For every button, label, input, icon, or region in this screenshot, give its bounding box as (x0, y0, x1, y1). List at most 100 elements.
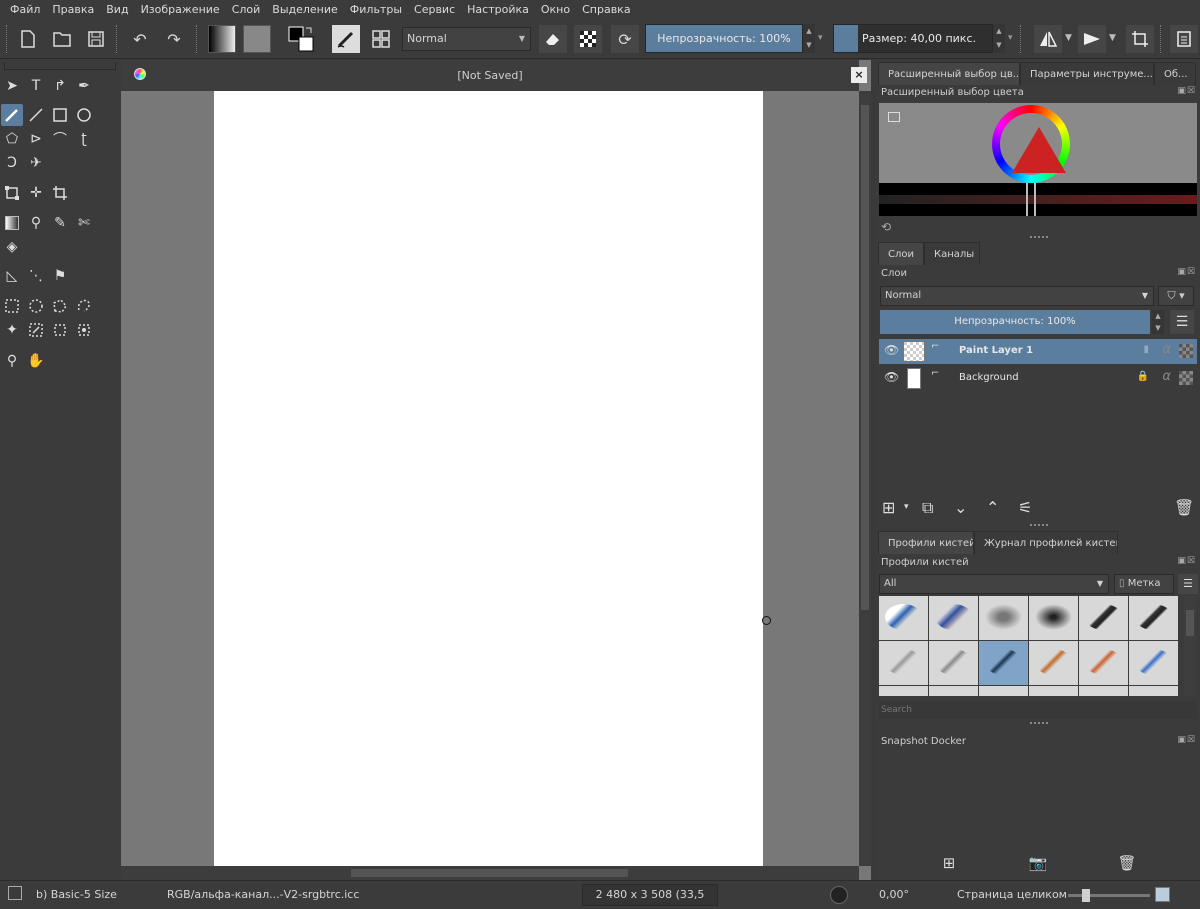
fill-tool-icon[interactable]: ◈ (1, 236, 23, 258)
select-shapes-icon[interactable]: ➤ (1, 75, 23, 97)
zoom-slider-knob[interactable] (1082, 889, 1090, 902)
add-snapshot-icon[interactable]: ⊞ (938, 854, 960, 874)
menu-image[interactable]: Изображение (135, 0, 226, 19)
rotation-value[interactable]: 0,00° (879, 888, 909, 901)
smart-patch-icon[interactable]: ✄ (73, 212, 95, 234)
rect-select-icon[interactable] (1, 295, 23, 317)
new-document-icon[interactable] (16, 27, 40, 51)
zoom-mode-label[interactable]: Страница целиком (957, 888, 1067, 901)
layer-blend-select[interactable]: Normal ▼ (880, 286, 1154, 306)
colorize-mask-icon[interactable]: ✎ (49, 212, 71, 234)
layer-properties-icon[interactable]: ☰ (1170, 310, 1194, 334)
chevron-down-icon[interactable]: ▼ (1065, 33, 1072, 43)
inherit-alpha-icon[interactable] (1179, 344, 1193, 358)
brush-preset-ink-brush[interactable] (1129, 596, 1178, 640)
tab-layers[interactable]: Слои (878, 242, 924, 265)
inherit-alpha-icon[interactable] (1179, 371, 1193, 385)
pan-tool-icon[interactable]: ✋ (25, 350, 47, 372)
ellipse-tool-icon[interactable] (73, 104, 95, 126)
add-layer-icon[interactable]: ⊞ (882, 498, 895, 517)
brush-search-input[interactable]: Search (879, 701, 1197, 719)
brush-preset-basic-5-size[interactable] (979, 641, 1028, 685)
brush-preset-paint-brush[interactable] (1029, 641, 1078, 685)
reload-preset-icon[interactable]: ⟳ (611, 25, 639, 53)
brush-scroll-thumb[interactable] (1186, 610, 1194, 636)
tab-channels[interactable]: Каналы (924, 242, 980, 265)
dock-resize-handle[interactable] (1030, 236, 1048, 239)
bezier-select-icon[interactable] (49, 319, 71, 341)
hue-ring[interactable] (992, 105, 1070, 183)
line-tool-icon[interactable] (25, 104, 47, 126)
crop-icon[interactable] (1126, 25, 1154, 53)
saturation-triangle[interactable] (1012, 127, 1066, 173)
layer-filter-icon[interactable]: ⛉ ▾ (1158, 286, 1194, 306)
lock-icon[interactable]: 🔒 (1137, 371, 1149, 382)
vertical-scroll-thumb[interactable] (861, 105, 869, 610)
visibility-eye-icon[interactable]: 👁 (884, 343, 899, 357)
dock-resize-handle[interactable] (1030, 722, 1048, 725)
brush-preset-row3-4[interactable] (1029, 686, 1078, 696)
brush-preset-eraser[interactable] (879, 596, 928, 640)
freehand-select-icon[interactable] (73, 295, 95, 317)
menu-tools[interactable]: Сервис (408, 0, 461, 19)
brush-preset-soft-eraser[interactable] (979, 596, 1028, 640)
brush-preset-round-brush[interactable] (1079, 641, 1128, 685)
brush-preset-ink-pen[interactable] (1079, 596, 1128, 640)
brush-view-options-icon[interactable]: ☰ (1178, 574, 1198, 594)
gradient-selector[interactable] (208, 25, 236, 53)
alpha-lock-icon[interactable]: α (1162, 369, 1171, 384)
calligraphy-icon[interactable]: ✒ (73, 75, 95, 97)
freehand-path-icon[interactable]: ʈ (73, 128, 95, 150)
opacity-slider[interactable]: Непрозрачность: 100% (645, 24, 803, 53)
chevron-down-icon[interactable]: ▾ (904, 502, 909, 512)
delete-snapshot-icon[interactable]: 🗑 (1116, 854, 1138, 874)
duplicate-layer-icon[interactable]: ⧉ (922, 498, 933, 518)
reference-images-icon[interactable]: ⚑ (49, 265, 71, 287)
dock-float-close-icon[interactable]: ▣☒ (1177, 735, 1196, 745)
layer-row[interactable]: 👁 ⌐ Background 🔒 α (879, 366, 1197, 391)
polyline-tool-icon[interactable]: ⊳ (25, 128, 47, 150)
dynamic-brush-icon[interactable]: Ↄ (1, 152, 23, 174)
menu-select[interactable]: Выделение (266, 0, 344, 19)
rectangle-tool-icon[interactable] (49, 104, 71, 126)
brush-preset-row3-3[interactable] (979, 686, 1028, 696)
color-bar-selector[interactable] (1026, 183, 1036, 216)
horizontal-scroll-thumb[interactable] (351, 869, 628, 877)
brush-editor-icon[interactable] (369, 27, 393, 51)
layer-row[interactable]: 👁 ⌐ Paint Layer 1 ▮ α (879, 339, 1197, 364)
canvas-area[interactable]: [Not Saved] × (121, 60, 871, 880)
workspace-icon[interactable] (1170, 25, 1198, 53)
text-tool-icon[interactable]: T (25, 75, 47, 97)
polygon-select-icon[interactable] (49, 295, 71, 317)
save-icon[interactable] (84, 27, 108, 51)
size-spin[interactable]: ▲ ▼ (993, 24, 1005, 53)
image-dimensions[interactable]: 2 480 x 3 508 (33,5 МиБ) (582, 884, 718, 909)
menu-window[interactable]: Окно (535, 0, 576, 19)
rotation-dial-icon[interactable] (830, 886, 848, 904)
similar-select-icon[interactable] (25, 319, 47, 341)
dock-float-close-icon[interactable]: ▣☒ (1177, 556, 1196, 566)
brush-preset-icon[interactable] (332, 25, 360, 53)
size-menu-icon[interactable]: ▾ (1008, 33, 1013, 43)
tab-brush-history[interactable]: Журнал профилей кистей (974, 531, 1118, 554)
zoom-tool-icon[interactable]: ⚲ (1, 350, 23, 372)
fg-bg-color-icon[interactable] (287, 25, 315, 53)
horizontal-scrollbar[interactable] (121, 866, 859, 880)
bezier-tool-icon[interactable]: ⌒ (49, 128, 71, 150)
close-document-icon[interactable]: × (851, 67, 867, 83)
layer-opacity-slider[interactable]: Непрозрачность: 100% (880, 310, 1150, 334)
brush-tag-select[interactable]: ▯ Метка (1114, 574, 1174, 594)
brush-preset-row3-1[interactable] (879, 686, 928, 696)
zoom-slider[interactable] (1068, 889, 1150, 902)
ellipse-select-icon[interactable] (25, 295, 47, 317)
brush-preset-marker[interactable] (929, 596, 978, 640)
opacity-spin[interactable]: ▲ ▼ (803, 24, 815, 53)
color-picker-icon[interactable]: ⚲ (25, 212, 47, 234)
opacity-menu-icon[interactable]: ▾ (818, 33, 823, 43)
brush-preset-color-pencil[interactable] (1129, 641, 1178, 685)
camera-icon[interactable]: 📷 (1027, 854, 1049, 874)
vertical-scrollbar[interactable] (859, 91, 871, 866)
layer-name[interactable]: Paint Layer 1 (959, 345, 1033, 356)
open-folder-icon[interactable] (50, 27, 74, 51)
menu-file[interactable]: Файл (4, 0, 46, 19)
